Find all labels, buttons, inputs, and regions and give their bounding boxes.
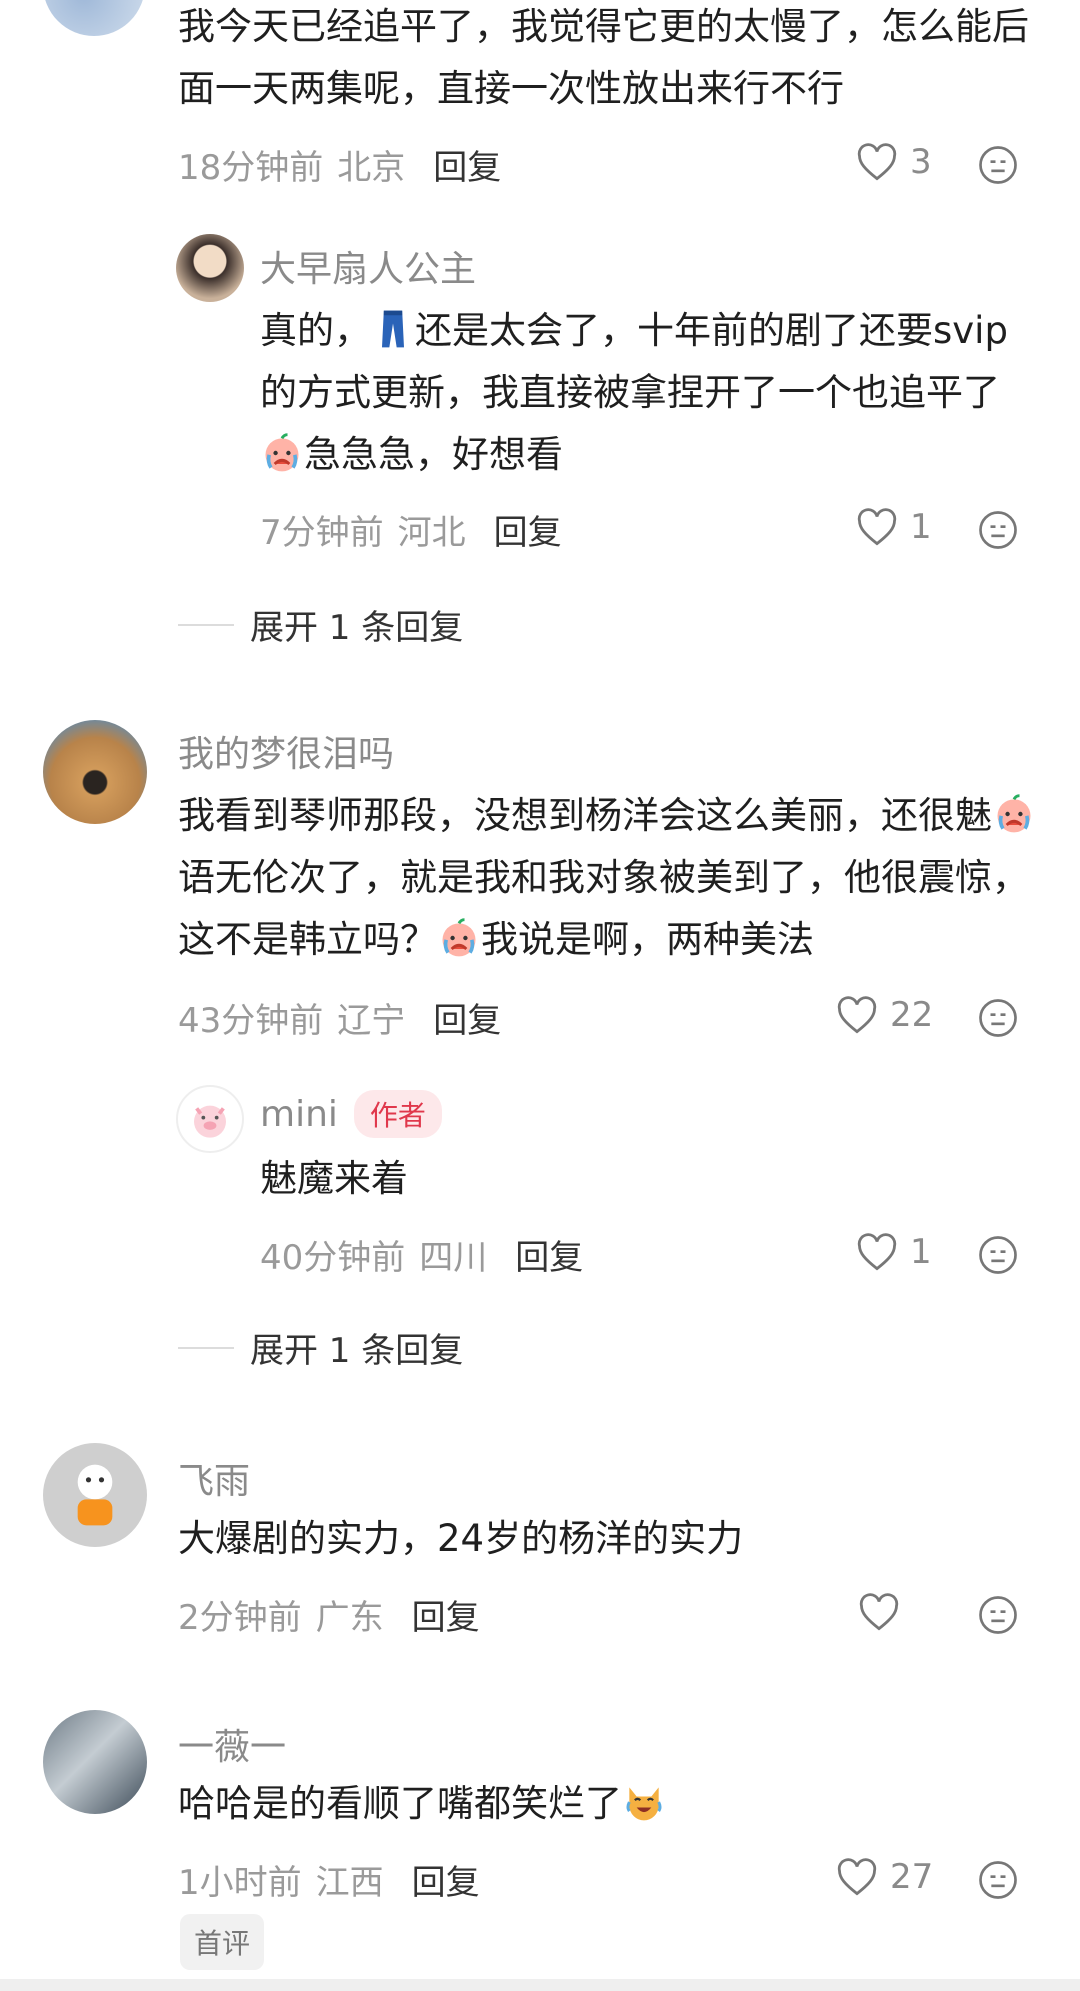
user-name[interactable]: mini [260, 1094, 338, 1135]
like-button[interactable]: 3 [856, 142, 932, 182]
jeans-emoji-icon [371, 307, 415, 351]
expand-replies-button[interactable]: 展开 1 条回复 [178, 600, 463, 649]
comment-location: 北京 [337, 148, 406, 188]
text-part: 急急急，好想看 [304, 433, 563, 476]
reply-button[interactable]: 回复 [433, 993, 501, 1042]
comment-text: 大爆剧的实力，24岁的杨洋的实力 [178, 1517, 744, 1560]
meh-face-icon[interactable] [978, 998, 1018, 1038]
avatar[interactable] [43, 720, 147, 824]
avatar[interactable] [176, 1085, 244, 1153]
bottom-bar [0, 1979, 1080, 1991]
like-count: 3 [910, 142, 932, 182]
comment-location: 江西 [315, 1863, 384, 1903]
comment-text: 真的， 还是太会了，十年前的剧了还要svip的方式更新，我直接被拿捏开了一个也追平… [260, 300, 1030, 486]
like-count: 22 [890, 995, 934, 1035]
avatar[interactable] [43, 1443, 147, 1547]
comment-meta: 43分钟前 辽宁 回复 [178, 993, 501, 1042]
meh-face-icon[interactable] [978, 1860, 1018, 1900]
crying-emoji-icon [260, 431, 304, 475]
text-part: 哈哈是的看顺了嘴都笑烂了 [178, 1782, 622, 1825]
comment-meta: 7分钟前 河北 回复 [260, 505, 562, 554]
laughing-cat-emoji-icon [622, 1780, 666, 1824]
comment-meta: 1小时前 江西 回复 [178, 1855, 480, 1904]
comment-time: 2分钟前 [178, 1598, 302, 1638]
comment-text: 我今天已经追平了，我觉得它更的太慢了，怎么能后面一天两集呢，直接一次性放出来行不… [178, 5, 1029, 110]
user-name[interactable]: 我的梦很泪吗 [178, 725, 394, 777]
crying-emoji-icon [437, 916, 481, 960]
heart-outline-icon [856, 1232, 898, 1272]
meh-face-icon[interactable] [978, 510, 1018, 550]
pig-avatar-icon [194, 1105, 226, 1138]
heart-outline-icon [858, 1592, 900, 1632]
avatar[interactable] [43, 0, 145, 36]
user-name[interactable]: 飞雨 [178, 1452, 250, 1504]
heart-outline-icon [836, 995, 878, 1035]
cow-avatar-icon [77, 1464, 113, 1526]
meh-face-icon[interactable] [978, 145, 1018, 185]
comment-time: 40分钟前 [260, 1238, 406, 1278]
like-button[interactable]: 27 [836, 1857, 933, 1897]
crying-emoji-icon [992, 792, 1036, 836]
heart-outline-icon [836, 1857, 878, 1897]
comment-time: 18分钟前 [178, 148, 324, 188]
comment-location: 四川 [419, 1238, 488, 1278]
comment-text: 我看到琴师那段，没想到杨洋会这么美丽，还很魅语无伦次了，就是我和我对象被美到了，… [178, 785, 1038, 971]
reply-button[interactable]: 回复 [494, 505, 562, 554]
text-part: 真的， [260, 309, 371, 352]
user-name[interactable]: 一薇一 [178, 1718, 286, 1770]
comment-meta: 2分钟前 广东 回复 [178, 1590, 480, 1639]
avatar[interactable] [176, 234, 244, 302]
comment-meta: 40分钟前 四川 回复 [260, 1230, 583, 1279]
like-button[interactable]: 22 [836, 995, 933, 1035]
comment-location: 广东 [315, 1598, 384, 1638]
like-button[interactable]: 1 [856, 507, 932, 547]
comment-time: 1小时前 [178, 1863, 302, 1903]
text-part: 我说是啊，两种美法 [481, 918, 814, 961]
user-name[interactable]: 大早扇人公主 [260, 240, 476, 292]
expand-replies-button[interactable]: 展开 1 条回复 [178, 1323, 463, 1372]
heart-outline-icon [856, 142, 898, 182]
like-count: 27 [890, 1857, 934, 1897]
like-button[interactable]: 1 [856, 1232, 932, 1272]
like-count: 1 [910, 507, 932, 547]
expand-replies-label: 展开 1 条回复 [250, 1331, 464, 1371]
like-button[interactable] [858, 1592, 912, 1632]
reply-button[interactable]: 回复 [412, 1855, 480, 1904]
comment-time: 7分钟前 [260, 513, 384, 553]
comment-time: 43分钟前 [178, 1001, 324, 1041]
comment-location: 辽宁 [337, 1001, 406, 1041]
reply-button[interactable]: 回复 [515, 1230, 583, 1279]
comment-text: 哈哈是的看顺了嘴都笑烂了 [178, 1773, 1038, 1835]
comment-location: 河北 [397, 513, 466, 553]
first-comment-tag: 首评 [180, 1914, 265, 1970]
reply-button[interactable]: 回复 [412, 1590, 480, 1639]
reply-button[interactable]: 回复 [433, 140, 501, 189]
divider [178, 1346, 234, 1349]
meh-face-icon[interactable] [978, 1235, 1018, 1275]
comment-text: 魅魔来着 [260, 1157, 408, 1200]
heart-outline-icon [856, 507, 898, 547]
text-part: 我看到琴师那段，没想到杨洋会这么美丽，还很魅 [178, 794, 992, 837]
divider [178, 623, 234, 626]
avatar[interactable] [43, 1710, 147, 1814]
like-count: 1 [910, 1232, 932, 1272]
user-line: mini 作者 [260, 1090, 442, 1138]
expand-replies-label: 展开 1 条回复 [250, 608, 464, 648]
author-badge: 作者 [353, 1090, 442, 1138]
comment-meta: 18分钟前 北京 回复 [178, 140, 501, 189]
meh-face-icon[interactable] [978, 1595, 1018, 1635]
